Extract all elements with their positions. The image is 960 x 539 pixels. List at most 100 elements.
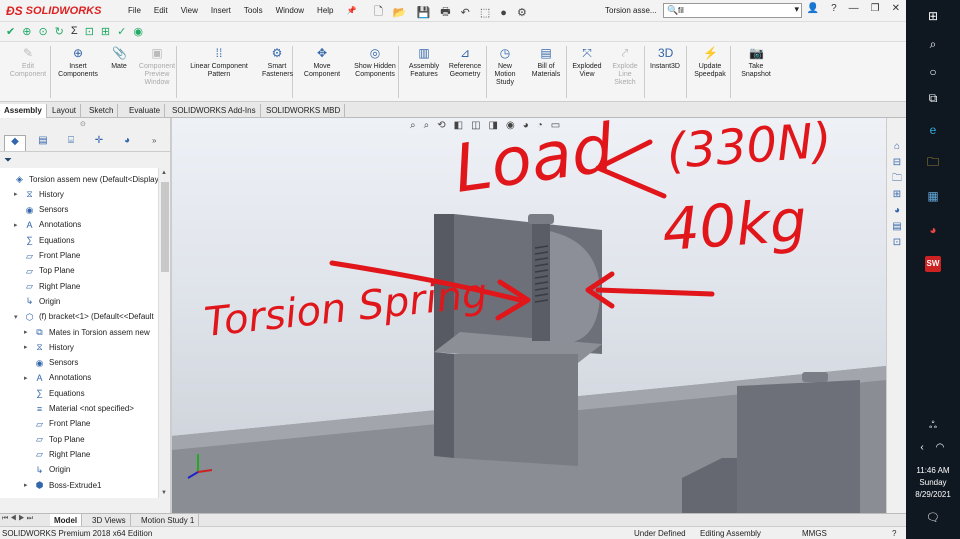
command-component-preview-window[interactable]: ▣ Component Preview Window xyxy=(134,46,180,87)
command-bill-of-materials[interactable]: ▤ Bill of Materials xyxy=(528,46,564,79)
spellcheck-icon[interactable]: ✔ xyxy=(6,25,15,41)
file-explorer-icon[interactable]: 🗀 xyxy=(925,154,941,170)
sum-icon[interactable]: Σ xyxy=(71,25,78,41)
expand-icon[interactable]: ▾ xyxy=(14,313,20,321)
dimxpert-tab-icon[interactable]: ✛ xyxy=(88,135,110,151)
command-instant3d[interactable]: 3D Instant3D xyxy=(648,46,682,71)
view-orientation-icon[interactable]: ◫ xyxy=(471,120,480,131)
expand-icon[interactable]: ▸ xyxy=(14,190,20,198)
mate-icon[interactable]: ⊡ xyxy=(85,25,94,41)
tree-item[interactable]: ↳ Origin xyxy=(24,463,71,477)
close-button[interactable]: ✕ xyxy=(892,3,900,14)
measure-icon[interactable]: ⊞ xyxy=(101,25,110,41)
tree-item[interactable]: ↳ Origin xyxy=(14,294,61,308)
view-palette-icon[interactable]: ⊞ xyxy=(890,188,904,202)
menu-tools[interactable]: Tools xyxy=(244,6,263,15)
tab-evaluate[interactable]: Evaluate xyxy=(125,104,166,118)
tree-item[interactable]: ∑ Equations xyxy=(14,233,74,247)
appearance-icon[interactable]: ◕ xyxy=(523,120,529,131)
web-icon[interactable]: ◉ xyxy=(133,25,143,41)
tree-item[interactable]: ▸ A Annotations xyxy=(24,371,91,385)
solidworks-taskbar-icon[interactable]: SW xyxy=(925,256,941,272)
propertymanager-tab-icon[interactable]: ▤ xyxy=(32,135,54,151)
tab-layout[interactable]: Layout xyxy=(48,104,82,118)
user-icon[interactable]: 👤 xyxy=(807,3,819,14)
tree-item[interactable]: ▱ Top Plane xyxy=(24,432,85,446)
undo-icon[interactable]: ↶ xyxy=(461,6,470,19)
expand-icon[interactable]: ▸ xyxy=(14,221,20,229)
command-assembly-features[interactable]: ▥ Assembly Features xyxy=(405,46,443,79)
command-show-hidden-components[interactable]: ◎ Show Hidden Components xyxy=(352,46,398,79)
scroll-down-icon[interactable]: ▼ xyxy=(161,490,167,496)
filter-icon[interactable]: ⏷ xyxy=(4,155,12,166)
status-help-icon[interactable]: ? xyxy=(892,529,896,538)
appearances-icon[interactable]: ◕ xyxy=(890,204,904,218)
help-icon[interactable]: ? xyxy=(831,3,837,14)
tree-item[interactable]: ▸ ⧉ Mates in Torsion assem new xyxy=(24,325,150,339)
task-view-icon[interactable]: ⧉ xyxy=(925,90,941,106)
tree-item[interactable]: ▱ Right Plane xyxy=(24,447,90,461)
calculator-icon[interactable]: ▦ xyxy=(925,188,941,204)
expand-icon[interactable]: ▸ xyxy=(24,328,30,336)
new-document-icon[interactable]: 🗋 xyxy=(374,3,383,22)
tree-item[interactable]: ▸ A Annotations xyxy=(14,218,81,232)
expand-icon[interactable]: ▸ xyxy=(24,374,30,382)
scroll-thumb[interactable] xyxy=(161,182,169,272)
tab-assembly[interactable]: Assembly xyxy=(0,104,47,118)
panel-grip-icon[interactable]: ⊙ xyxy=(80,120,86,128)
search-dropdown-icon[interactable]: ▾ xyxy=(794,4,799,15)
command-new-motion-study[interactable]: ◷ New Motion Study xyxy=(490,46,520,87)
configurationmanager-tab-icon[interactable]: ⌸ xyxy=(60,135,82,151)
zoom-area-icon[interactable]: ⊙ xyxy=(38,25,47,41)
hide-show-icon[interactable]: ◉ xyxy=(506,120,515,131)
menu-edit[interactable]: Edit xyxy=(154,6,168,15)
tab-nav-arrows-icon[interactable]: ⏮ ◀ ▶ ⏭ xyxy=(2,515,33,523)
command-update-speedpak[interactable]: ⚡ Update Speedpak xyxy=(692,46,728,79)
tree-item[interactable]: ▾ ⬡ (f) bracket<1> (Default<<Default xyxy=(14,310,154,324)
command-reference-geometry[interactable]: ⊿ Reference Geometry xyxy=(446,46,484,79)
featuremanager-tab-icon[interactable]: ◆ xyxy=(4,135,26,151)
pin-icon[interactable]: 📌 xyxy=(347,6,357,15)
tree-item[interactable]: ▸ ⧖ History xyxy=(24,340,74,354)
edge-icon[interactable]: e xyxy=(925,122,941,138)
menu-file[interactable]: File xyxy=(128,6,141,15)
view-settings-icon[interactable]: ▭ xyxy=(551,120,560,131)
expand-icon[interactable]: ▸ xyxy=(24,481,30,489)
tree-item[interactable]: ▸ ⬢ Boss-Extrude1 xyxy=(24,478,101,492)
zoom-to-fit-icon[interactable]: ⌕ xyxy=(410,120,416,131)
tree-item[interactable]: ∑ Equations xyxy=(24,386,84,400)
tree-item[interactable]: ◉ Sensors xyxy=(14,203,69,217)
restore-button[interactable]: ❐ xyxy=(871,3,880,14)
search-commands-input[interactable]: 🔍 fil ▾ xyxy=(663,3,802,18)
notifications-icon[interactable]: 🗨 xyxy=(925,510,941,526)
tree-item[interactable]: ◈ Torsion assem new (Default<Display xyxy=(4,172,158,186)
section-view-icon[interactable]: ◧ xyxy=(454,120,463,131)
command-move-component[interactable]: ✥ Move Component xyxy=(300,46,344,79)
tab-mbd[interactable]: SOLIDWORKS MBD xyxy=(262,104,346,118)
more-tabs-icon[interactable]: » xyxy=(152,136,156,145)
traffic-light-icon[interactable]: ● xyxy=(500,7,507,19)
command-edit-component[interactable]: ✎ Edit Component xyxy=(8,46,48,79)
home-icon[interactable]: ⌂ xyxy=(890,140,904,154)
clock-time[interactable]: 11:46 AM xyxy=(906,466,960,475)
tree-item[interactable]: ▱ Front Plane xyxy=(24,417,90,431)
wifi-icon[interactable]: ◠ xyxy=(932,440,948,456)
expand-icon[interactable]: ▸ xyxy=(24,343,30,351)
options-icon[interactable]: ⚙ xyxy=(517,6,527,19)
menu-window[interactable]: Window xyxy=(276,6,304,15)
command-take-snapshot[interactable]: 📷 Take Snapshot xyxy=(738,46,774,79)
forum-icon[interactable]: ⊡ xyxy=(890,236,904,250)
save-icon[interactable]: 💾 xyxy=(417,6,431,19)
status-units[interactable]: MMGS xyxy=(802,529,827,538)
menu-insert[interactable]: Insert xyxy=(211,6,231,15)
open-icon[interactable]: 📂 xyxy=(393,6,407,19)
menu-help[interactable]: Help xyxy=(317,6,333,15)
scroll-up-icon[interactable]: ▲ xyxy=(161,170,167,176)
select-icon[interactable]: ⬚ xyxy=(480,6,490,19)
custom-properties-icon[interactable]: ▤ xyxy=(890,220,904,234)
chrome-icon[interactable]: ◕ xyxy=(925,222,941,238)
command-mate[interactable]: 📎 Mate xyxy=(107,46,131,71)
command-explode-line-sketch[interactable]: ⤤ Explode Line Sketch xyxy=(610,46,640,87)
menu-view[interactable]: View xyxy=(181,6,198,15)
zoom-fit-icon[interactable]: ⊕ xyxy=(22,25,31,41)
